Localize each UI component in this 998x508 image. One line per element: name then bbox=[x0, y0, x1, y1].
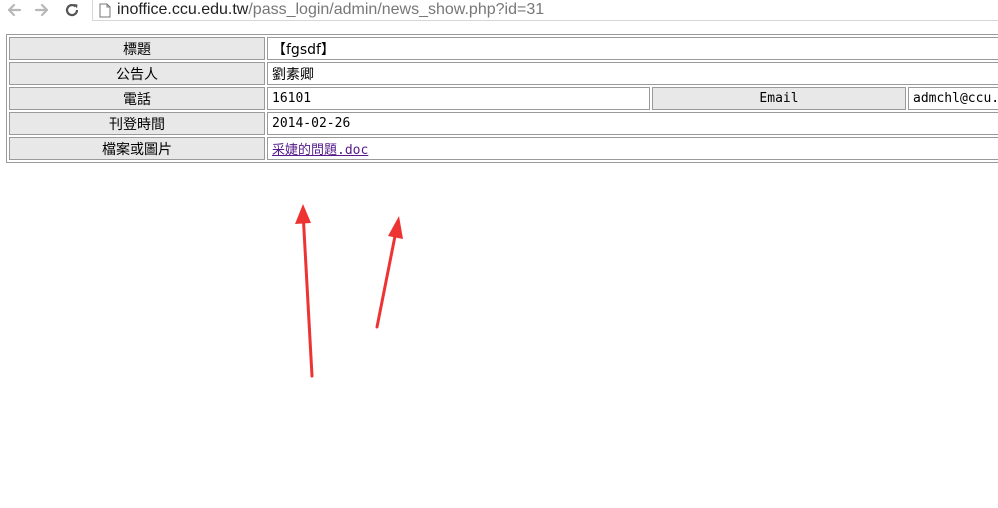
url-path: /pass_login/admin/news_show.php?id=31 bbox=[248, 1, 545, 18]
email-value: admchl@ccu.e bbox=[908, 87, 998, 110]
annotation-arrow-right bbox=[375, 216, 403, 329]
url-text: inoffice.ccu.edu.tw/pass_login/admin/new… bbox=[117, 1, 544, 19]
row-phone-email: 電話 16101 Email admchl@ccu.e bbox=[9, 87, 998, 110]
file-link[interactable]: 采婕的問題.doc bbox=[272, 143, 368, 158]
back-button[interactable] bbox=[4, 0, 24, 20]
date-value: 2014-02-26 bbox=[267, 112, 998, 135]
url-host: inoffice.ccu.edu.tw bbox=[117, 1, 249, 18]
date-label: 刊登時間 bbox=[9, 112, 265, 135]
forward-arrow-icon bbox=[34, 3, 49, 17]
annotation-arrow-left bbox=[295, 204, 314, 378]
email-label: Email bbox=[652, 87, 906, 110]
row-title: 標題 【fgsdf】 bbox=[9, 37, 998, 60]
row-publisher: 公告人 劉素卿 bbox=[9, 62, 998, 85]
page-icon bbox=[99, 3, 111, 17]
row-date: 刊登時間 2014-02-26 bbox=[9, 112, 998, 135]
title-value: 【fgsdf】 bbox=[267, 37, 998, 60]
back-arrow-icon bbox=[7, 3, 22, 17]
file-cell: 采婕的問題.doc bbox=[267, 137, 998, 160]
reload-button[interactable] bbox=[62, 0, 82, 20]
publisher-label: 公告人 bbox=[9, 62, 265, 85]
reload-icon bbox=[65, 3, 79, 17]
row-file: 檔案或圖片 采婕的問題.doc bbox=[9, 137, 998, 160]
file-label: 檔案或圖片 bbox=[9, 137, 265, 160]
browser-toolbar: inoffice.ccu.edu.tw/pass_login/admin/new… bbox=[0, 0, 998, 22]
news-detail-table: 標題 【fgsdf】 公告人 劉素卿 電話 16101 Email admchl… bbox=[6, 34, 998, 163]
publisher-value: 劉素卿 bbox=[267, 62, 998, 85]
title-label: 標題 bbox=[9, 37, 265, 60]
address-bar[interactable]: inoffice.ccu.edu.tw/pass_login/admin/new… bbox=[92, 0, 998, 21]
phone-label: 電話 bbox=[9, 87, 265, 110]
phone-value: 16101 bbox=[267, 87, 650, 110]
forward-button[interactable] bbox=[32, 0, 52, 20]
